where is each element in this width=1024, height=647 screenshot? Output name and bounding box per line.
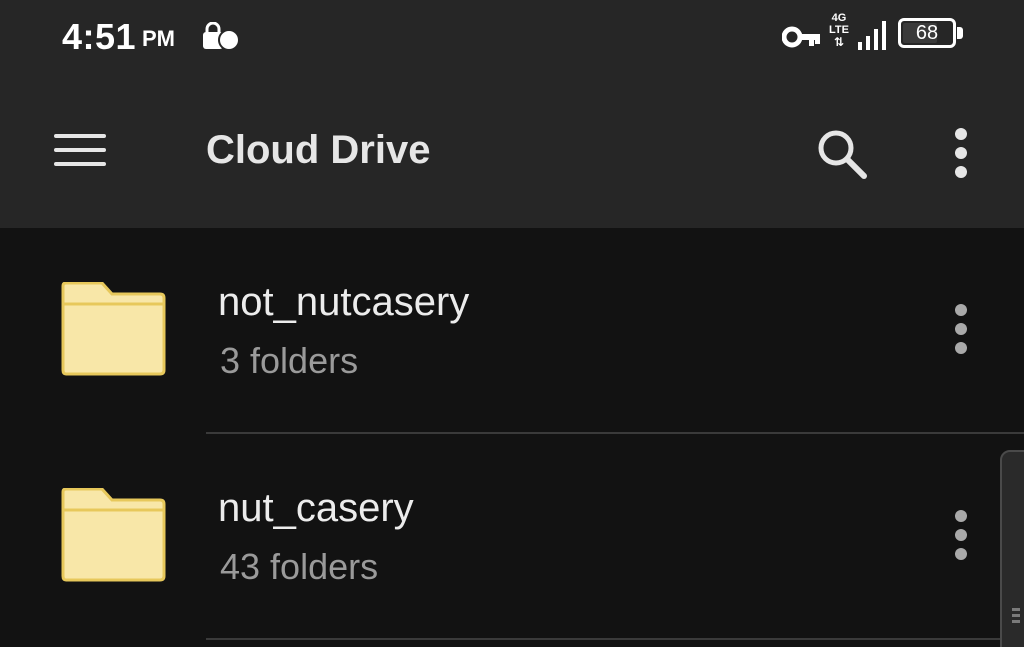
status-bar: 4:51 PM 4G LTE ⇅ 68 [0, 0, 1024, 80]
list-item[interactable]: nut_casery 43 folders [0, 434, 1024, 638]
page-title: Cloud Drive [206, 128, 431, 172]
menu-button[interactable] [40, 118, 120, 182]
item-overflow-button[interactable] [938, 296, 984, 362]
search-icon [818, 130, 867, 179]
battery-level: 68 [915, 22, 939, 44]
folder-icon [61, 282, 166, 376]
overflow-menu-button[interactable] [934, 120, 988, 186]
app-bar: Cloud Drive [0, 80, 1024, 228]
vpn-key-icon [782, 26, 820, 48]
search-button[interactable] [808, 120, 874, 186]
folder-name: nut_casery [218, 486, 414, 530]
data-arrows: ⇅ [833, 35, 845, 49]
folder-name: not_nutcasery [218, 280, 470, 324]
scroll-grip-icon [1012, 608, 1020, 611]
signal-icon [858, 21, 886, 50]
folder-icon [61, 488, 166, 582]
divider [206, 638, 1024, 640]
lte-icon: 4G LTE ⇅ [826, 12, 852, 56]
battery-tip [957, 27, 963, 39]
status-ampm: PM [142, 26, 175, 51]
item-overflow-button[interactable] [938, 502, 984, 568]
notification-icon [203, 22, 240, 51]
network-type-top: 4G [831, 12, 847, 24]
status-time: 4:51 [62, 16, 137, 57]
folder-count: 43 folders [220, 546, 379, 587]
list-item[interactable]: not_nutcasery 3 folders [0, 228, 1024, 432]
folder-count: 3 folders [220, 340, 359, 381]
fast-scroll-handle[interactable] [1000, 450, 1024, 647]
battery-icon: 68 [898, 18, 956, 48]
cloud-drive-screen: 4:51 PM 4G LTE ⇅ 68 Cloud Drive not_nutc… [0, 0, 1024, 647]
folder-list: not_nutcasery 3 folders nut_casery 43 fo… [0, 228, 1024, 647]
